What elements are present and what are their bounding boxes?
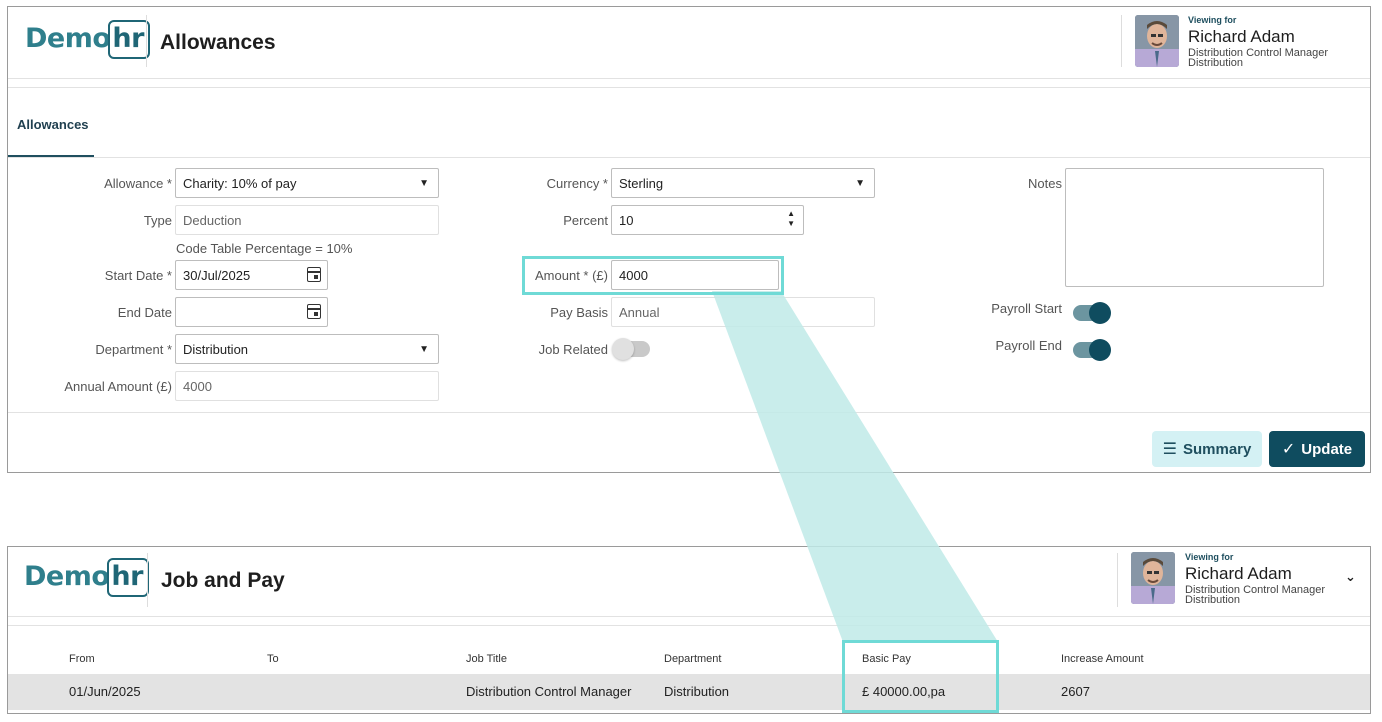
amount-highlight (522, 256, 784, 295)
callout-wedge (712, 291, 998, 642)
basic-pay-highlight (842, 640, 999, 713)
